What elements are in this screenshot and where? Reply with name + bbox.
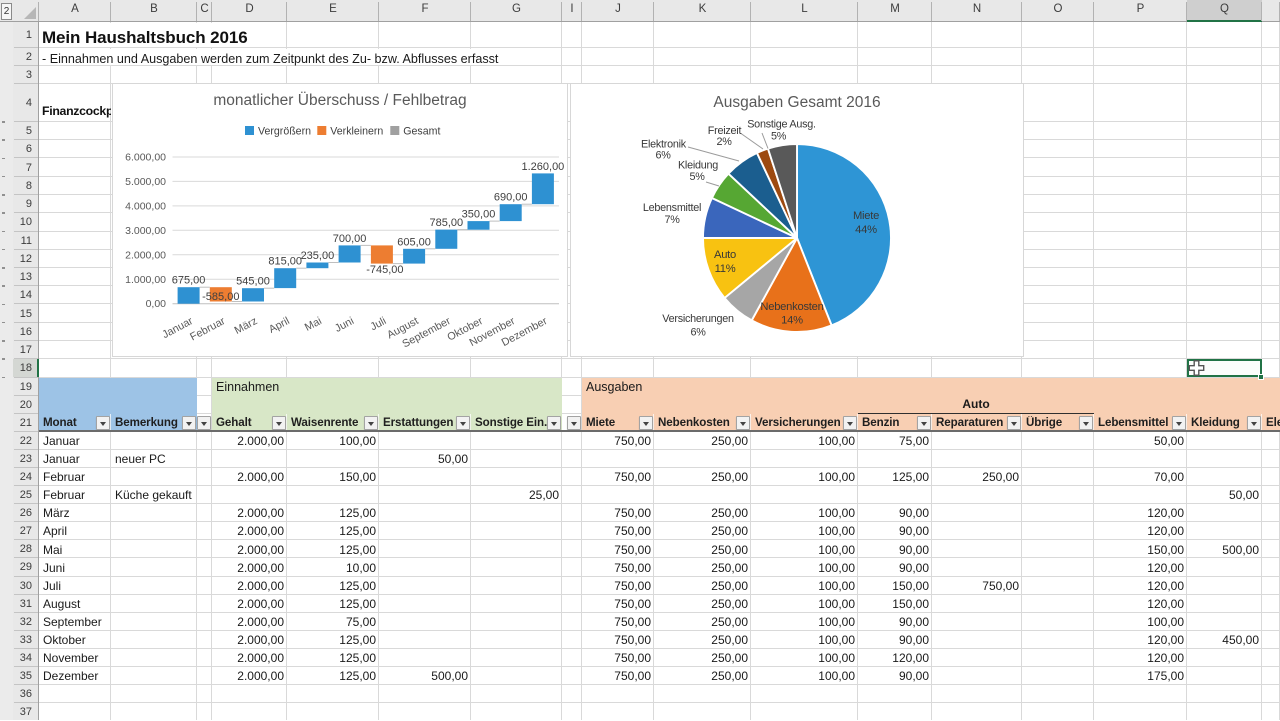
svg-text:Juni: Juni	[332, 315, 355, 335]
svg-text:350,00: 350,00	[461, 209, 495, 221]
svg-text:605,00: 605,00	[397, 236, 431, 248]
svg-text:1.000,00: 1.000,00	[125, 274, 166, 286]
svg-text:3.000,00: 3.000,00	[125, 225, 166, 237]
svg-text:14%: 14%	[781, 315, 803, 327]
svg-text:0,00: 0,00	[145, 298, 166, 310]
svg-text:2%: 2%	[716, 136, 732, 148]
svg-text:235,00: 235,00	[300, 250, 334, 262]
svg-text:Miete: Miete	[853, 210, 879, 222]
svg-text:785,00: 785,00	[429, 217, 463, 229]
svg-text:Februar: Februar	[188, 315, 227, 344]
svg-text:815,00: 815,00	[268, 256, 302, 268]
svg-text:Versicherungen: Versicherungen	[662, 313, 734, 325]
svg-text:Ausgaben Gesamt 2016: Ausgaben Gesamt 2016	[713, 94, 880, 111]
svg-text:11%: 11%	[715, 263, 736, 275]
svg-text:Nebenkosten: Nebenkosten	[760, 301, 823, 313]
svg-text:6.000,00: 6.000,00	[125, 152, 166, 164]
svg-text:6%: 6%	[690, 327, 706, 339]
svg-text:April: April	[266, 315, 291, 336]
svg-text:März: März	[232, 315, 259, 337]
svg-text:Vergrößern: Vergrößern	[258, 126, 311, 138]
svg-text:Auto: Auto	[714, 249, 736, 261]
svg-text:44%: 44%	[855, 224, 877, 236]
svg-text:Mai: Mai	[302, 315, 323, 334]
svg-text:690,00: 690,00	[493, 192, 527, 204]
svg-text:5%: 5%	[771, 131, 787, 143]
svg-text:monatlicher Überschuss / Fehlb: monatlicher Überschuss / Fehlbetrag	[213, 91, 466, 109]
svg-text:-745,00: -745,00	[366, 264, 403, 276]
svg-text:6%: 6%	[655, 150, 671, 162]
svg-text:2.000,00: 2.000,00	[125, 249, 166, 261]
svg-text:7%: 7%	[664, 214, 680, 226]
svg-text:545,00: 545,00	[236, 276, 270, 288]
svg-text:Lebensmittel: Lebensmittel	[643, 202, 701, 214]
svg-text:4.000,00: 4.000,00	[125, 200, 166, 212]
svg-text:Gesamt: Gesamt	[403, 126, 440, 138]
svg-text:5%: 5%	[689, 171, 705, 183]
svg-text:Verkleinern: Verkleinern	[330, 126, 383, 138]
svg-text:Sonstige Ausg.: Sonstige Ausg.	[747, 119, 816, 131]
svg-text:700,00: 700,00	[332, 233, 366, 245]
svg-text:675,00: 675,00	[171, 275, 205, 287]
svg-text:1.260,00: 1.260,00	[521, 161, 564, 173]
svg-text:Kleidung: Kleidung	[678, 160, 718, 172]
svg-text:5.000,00: 5.000,00	[125, 176, 166, 188]
